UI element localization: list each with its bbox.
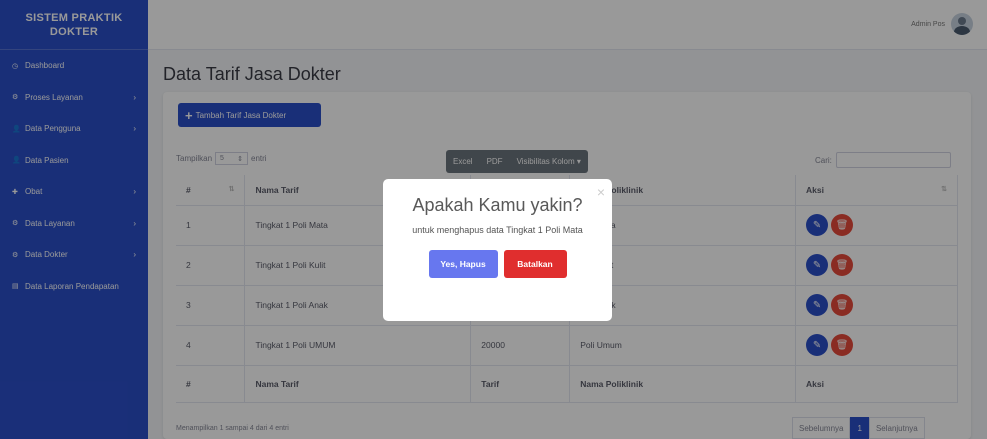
dialog-message: untuk menghapus data Tingkat 1 Poli Mata [412, 225, 583, 235]
dialog-title: Apakah Kamu yakin? [412, 195, 583, 215]
cancel-button[interactable]: Batalkan [503, 250, 567, 278]
close-icon[interactable]: × [597, 184, 605, 200]
confirm-delete-dialog: × Apakah Kamu yakin? untuk menghapus dat… [383, 179, 612, 321]
dialog-actions: Yes, Hapus Batalkan [383, 250, 612, 278]
confirm-delete-button[interactable]: Yes, Hapus [428, 250, 498, 278]
